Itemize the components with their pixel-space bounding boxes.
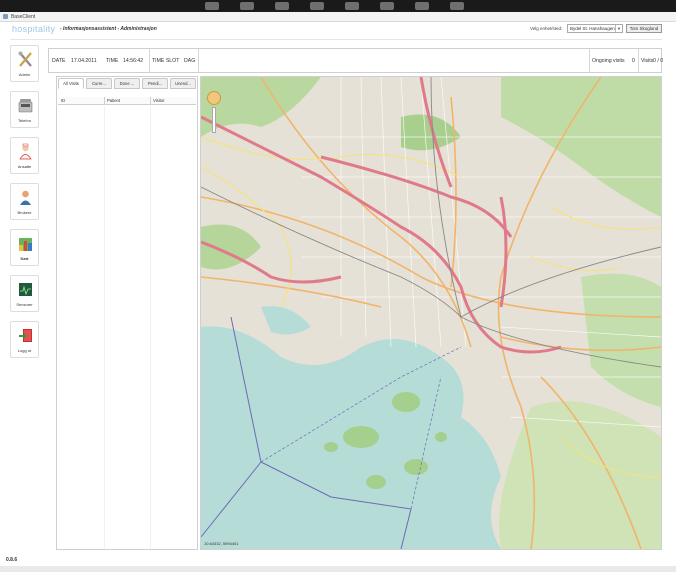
nav-item-label: Kart: [20, 256, 29, 261]
time-label: TIME: [106, 58, 119, 64]
nav-item-kart[interactable]: Kart: [10, 229, 39, 266]
tab-all-visits[interactable]: All Visits: [58, 78, 84, 89]
taskbar-app-icon[interactable]: [415, 2, 429, 10]
column-divider[interactable]: [150, 97, 151, 105]
map-view[interactable]: 10.64332, 5994401: [200, 76, 662, 550]
chevron-down-icon: ▼: [615, 25, 622, 32]
nav-item-label: Brukere: [17, 210, 32, 215]
divider: [638, 49, 639, 72]
app-header: hospitality - Informasjonsassistent - Ad…: [0, 22, 676, 38]
tab-pending[interactable]: Pendi...: [142, 78, 168, 89]
map-zoom-slider[interactable]: [212, 107, 216, 133]
location-select[interactable]: Bydel St. Hanshaugen ▼: [567, 24, 623, 33]
visits-table-header: ID Patient Visitor: [58, 97, 196, 105]
visits-value: 0 / 0: [653, 58, 664, 64]
nav-item-telefon[interactable]: Telefon: [10, 91, 39, 128]
person-icon: [20, 190, 31, 205]
location-label: Velg enhet/sted:: [530, 26, 563, 31]
ongoing-visits-value: 0: [632, 58, 635, 64]
nav-item-sensorer[interactable]: Sensorer: [10, 275, 39, 312]
time-slot-label: TIME SLOT: [152, 58, 180, 64]
nav-item-admin[interactable]: Admin: [10, 45, 39, 82]
nav-item-ansatte[interactable]: Ansatte: [10, 137, 39, 174]
map-coordinates: 10.64332, 5994401: [204, 541, 239, 546]
city-map: [201, 77, 661, 549]
nav-item-label: Logg ut: [17, 348, 32, 353]
sensor-icon: [19, 283, 32, 296]
status-infobar: DATE 17.04.2011 TIME 14:56:42 TIME SLOT …: [48, 48, 664, 73]
nav-item-label: Telefon: [18, 118, 31, 123]
taskbar-app-icon[interactable]: [275, 2, 289, 10]
column-header-patient[interactable]: Patient: [107, 98, 120, 103]
visits-panel: All Visits Curre... Done ... Pendi... Un…: [56, 76, 198, 550]
brand-logo: hospitality: [12, 24, 56, 34]
column-header-visitor[interactable]: Visitor: [153, 98, 165, 103]
divider: [149, 49, 150, 72]
tools-icon: [18, 51, 32, 67]
taskbar-app-icon[interactable]: [345, 2, 359, 10]
taskbar-app-icon[interactable]: [205, 2, 219, 10]
column-divider[interactable]: [104, 97, 105, 105]
nav-item-label: Admin: [18, 72, 31, 77]
nav-item-label: Sensorer: [16, 302, 33, 307]
os-taskbar: [0, 0, 676, 12]
map-pan-control[interactable]: [207, 91, 221, 105]
nurse-icon: [19, 143, 32, 160]
location-select-value: Bydel St. Hanshaugen: [570, 26, 615, 31]
tab-current[interactable]: Curre...: [86, 78, 112, 89]
ongoing-visits-label: Ongoing visits: [592, 58, 625, 64]
phone-icon: [18, 99, 33, 113]
brand-subtitle: - Informasjonsassistent - Administrasjon: [60, 26, 157, 32]
taskbar-app-icon[interactable]: [240, 2, 254, 10]
app-icon: [3, 14, 8, 19]
version-label: 0.8.6: [6, 557, 18, 563]
visits-label: Visits: [641, 58, 654, 64]
logout-icon: [19, 329, 32, 342]
date-label: DATE: [52, 58, 66, 64]
date-value: 17.04.2011: [71, 58, 97, 64]
column-gridline: [104, 106, 105, 549]
time-value: 14:56:42: [123, 58, 144, 64]
user-button[interactable]: Tom Skoglund: [626, 24, 662, 33]
bottom-edge: [0, 566, 676, 572]
divider: [589, 49, 590, 72]
nav-item-logg-ut[interactable]: Logg ut: [10, 321, 39, 358]
column-header-id[interactable]: ID: [61, 98, 65, 103]
taskbar-app-icon[interactable]: [450, 2, 464, 10]
tab-done[interactable]: Done ...: [114, 78, 140, 89]
column-gridline: [150, 106, 151, 549]
divider: [198, 49, 199, 72]
window-title: BaseClient: [11, 14, 36, 20]
window-titlebar: BaseClient: [0, 12, 676, 22]
nav-item-label: Ansatte: [17, 164, 32, 169]
map-icon: [19, 238, 32, 251]
taskbar-app-icon[interactable]: [380, 2, 394, 10]
tab-unended[interactable]: Unend...: [170, 78, 196, 89]
header-divider: [10, 39, 662, 40]
taskbar-app-icon[interactable]: [310, 2, 324, 10]
visits-tabs: All Visits Curre... Done ... Pendi... Un…: [58, 78, 198, 90]
time-slot-value: DAG: [184, 58, 196, 64]
nav-item-brukere[interactable]: Brukere: [10, 183, 39, 220]
